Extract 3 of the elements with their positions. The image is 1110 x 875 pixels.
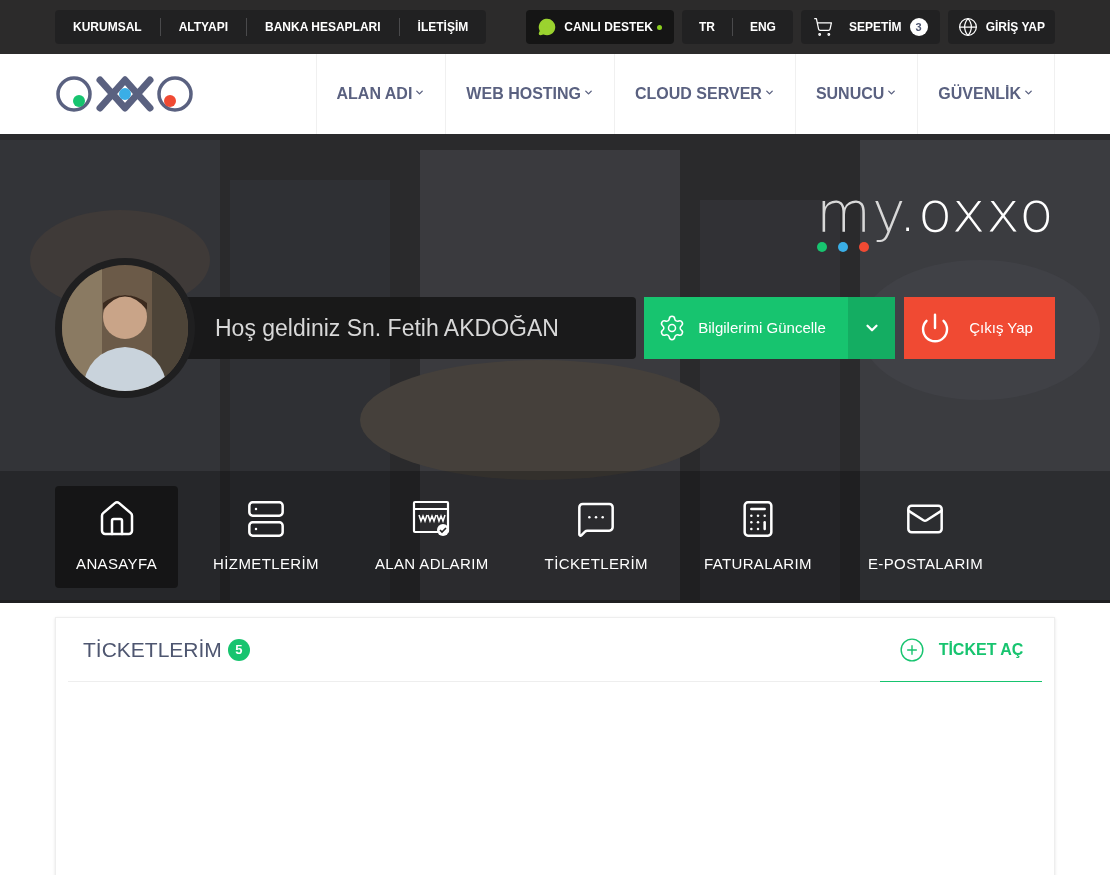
ticket-count: 5: [227, 638, 250, 661]
panel-title: TİCKETLERİM: [83, 636, 222, 663]
plus-circle-icon: [898, 636, 925, 663]
